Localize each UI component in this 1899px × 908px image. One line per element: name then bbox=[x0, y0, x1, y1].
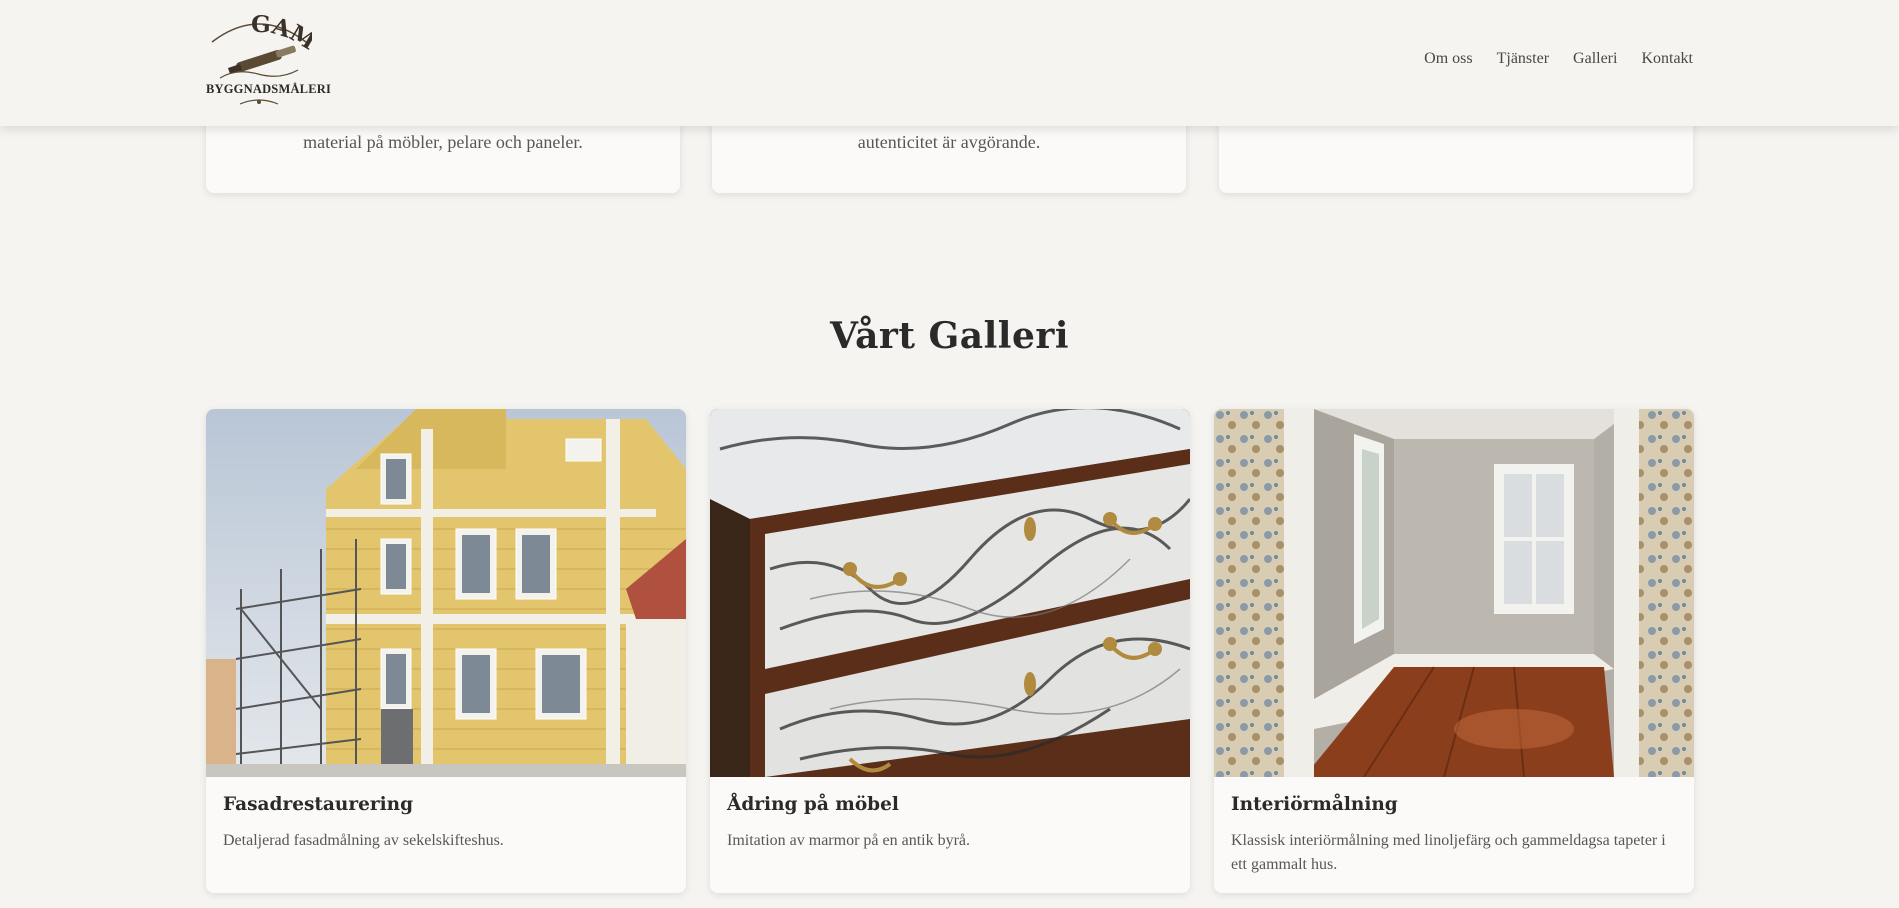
dresser-image bbox=[710, 409, 1190, 777]
gallery-card[interactable]: Ådring på möbel Imitation av marmor på e… bbox=[710, 409, 1190, 893]
gallery-card-title: Ådring på möbel bbox=[727, 794, 899, 815]
gallery-image bbox=[710, 409, 1190, 777]
gallery-image bbox=[1214, 409, 1694, 777]
gallery-card[interactable]: Fasadrestaurering Detaljerad fasadmålnin… bbox=[206, 409, 686, 893]
site-header: GAMMEL BYGGNADSMÅLERI Om oss Tjänster Ga… bbox=[0, 0, 1899, 126]
nav-link-om-oss[interactable]: Om oss bbox=[1424, 50, 1472, 68]
svg-text:GAMMEL: GAMMEL bbox=[206, 12, 312, 56]
main-nav: Om oss Tjänster Galleri Kontakt bbox=[1424, 50, 1693, 68]
gallery-card-desc: Imitation av marmor på en antik byrå. bbox=[727, 832, 971, 849]
nav-link-kontakt[interactable]: Kontakt bbox=[1641, 50, 1693, 68]
gallery-card[interactable]: Interiörmålning Klassisk interiörmålning… bbox=[1214, 409, 1694, 893]
logo-bottom-text: BYGGNADSMÅLERI bbox=[206, 82, 332, 96]
service-card-text: autenticitet är avgörande. bbox=[857, 132, 1041, 152]
facade-image bbox=[206, 409, 686, 777]
logo[interactable]: GAMMEL BYGGNADSMÅLERI bbox=[193, 0, 332, 108]
gallery-card-desc: Detaljerad fasadmålning av sekelskiftesh… bbox=[223, 832, 504, 849]
service-card-text: material på möbler, pelare och paneler. bbox=[303, 132, 583, 152]
interior-image bbox=[1214, 409, 1694, 777]
logo-top-text: GAMMEL bbox=[193, 0, 320, 56]
gallery-card-title: Interiörmålning bbox=[1231, 794, 1398, 815]
gallery-card-title: Fasadrestaurering bbox=[223, 794, 414, 815]
nav-link-galleri[interactable]: Galleri bbox=[1573, 50, 1617, 68]
gallery-title: Vårt Galleri bbox=[829, 315, 1070, 357]
gallery-card-desc: Klassisk interiörmålning med linoljefärg… bbox=[1231, 832, 1666, 873]
nav-link-tjanster[interactable]: Tjänster bbox=[1497, 50, 1549, 68]
gallery-image bbox=[206, 409, 686, 777]
page: material på möbler, pelare och paneler. … bbox=[0, 0, 1899, 908]
